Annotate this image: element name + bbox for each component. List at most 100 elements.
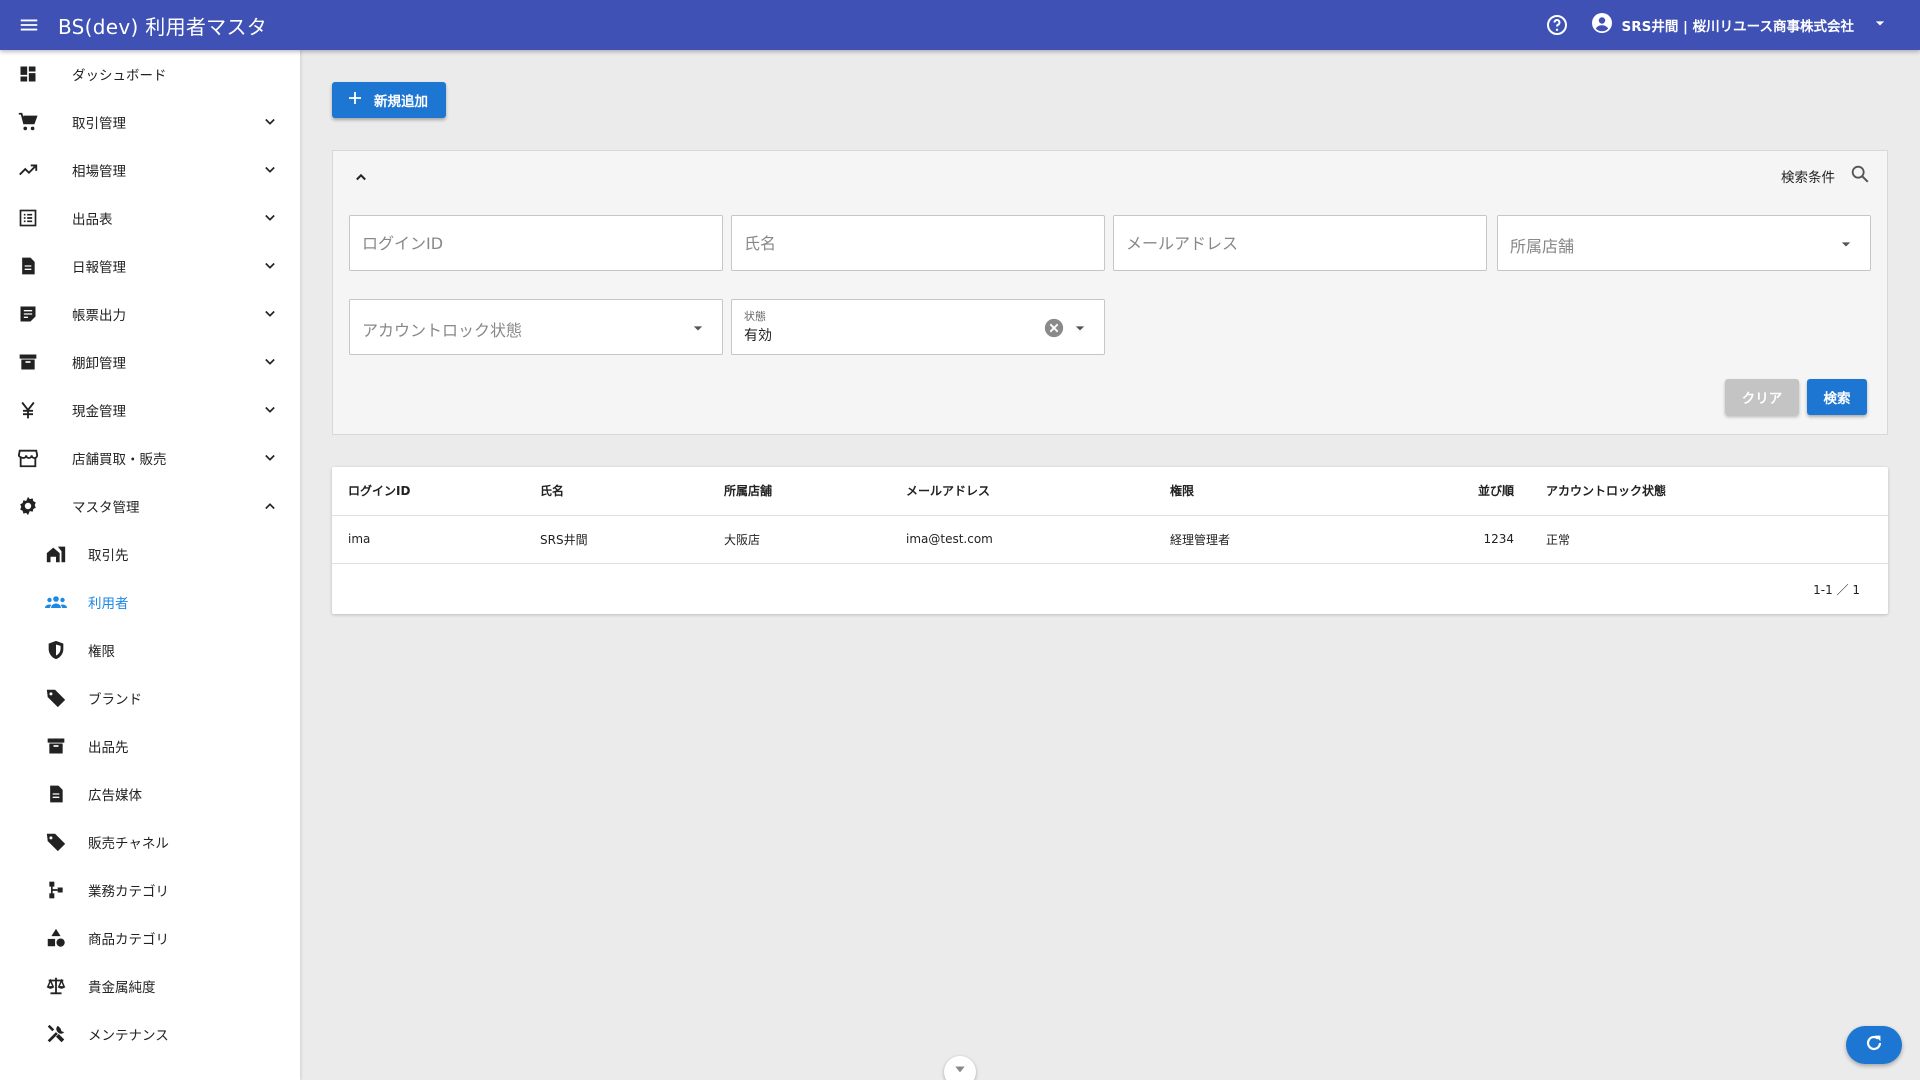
store-icon	[16, 446, 40, 470]
app-title: BS(dev) 利用者マスタ	[58, 14, 268, 39]
search-icon	[1849, 163, 1871, 189]
email-field	[1113, 215, 1487, 271]
add-new-button[interactable]: 新規追加	[332, 82, 446, 118]
status-select[interactable]: 状態 有効	[731, 299, 1105, 355]
column-header-name[interactable]: 氏名	[540, 467, 724, 516]
chevron-down-icon	[258, 446, 282, 470]
sidebar-item-inventory[interactable]: 棚卸管理	[0, 338, 300, 386]
sidebar-item-label: 出品先	[88, 740, 129, 756]
scroll-down-button[interactable]	[944, 1056, 976, 1080]
sidebar-item-label: 権限	[88, 644, 115, 660]
people-icon	[44, 590, 68, 614]
email-input[interactable]	[1114, 216, 1486, 270]
store-select[interactable]: 所属店舗	[1497, 215, 1871, 271]
sidebar-item-label: 店舗買取・販売	[72, 452, 167, 468]
login-id-input[interactable]	[350, 216, 722, 270]
sidebar-item-listing[interactable]: 出品表	[0, 194, 300, 242]
client-icon	[44, 542, 68, 566]
cell-name: SRS井間	[540, 515, 724, 564]
clear-button[interactable]: クリア	[1725, 379, 1799, 415]
sidebar-item-label: 現金管理	[72, 404, 126, 420]
sidebar-item-label: 出品表	[72, 212, 113, 228]
sidebar-item-users[interactable]: 利用者	[0, 578, 300, 626]
sidebar-item-product-categories[interactable]: 商品カテゴリ	[0, 914, 300, 962]
dashboard-icon	[16, 62, 40, 86]
cell-sort-order: 1234	[1470, 515, 1514, 564]
account-lock-select[interactable]: アカウントロック状態	[349, 299, 723, 355]
chevron-down-icon	[258, 302, 282, 326]
sidebar-item-business-categories[interactable]: 業務カテゴリ	[0, 866, 300, 914]
chevron-up-icon[interactable]	[349, 165, 373, 189]
column-header-login-id[interactable]: ログインID	[332, 467, 540, 516]
sidebar-item-market[interactable]: 相場管理	[0, 146, 300, 194]
sidebar-item-label: メンテナンス	[88, 1028, 169, 1044]
refresh-button[interactable]	[1846, 1026, 1902, 1064]
sidebar-item-store[interactable]: 店舗買取・販売	[0, 434, 300, 482]
sidebar-item-forms-output[interactable]: 帳票出力	[0, 290, 300, 338]
trending-up-icon	[16, 158, 40, 182]
arrow-drop-down-icon[interactable]	[1068, 316, 1092, 340]
cart-icon	[16, 110, 40, 134]
scale-icon	[44, 974, 68, 998]
column-header-account-lock[interactable]: アカウントロック状態	[1514, 467, 1888, 516]
sidebar-item-sales-channels[interactable]: 販売チャネル	[0, 818, 300, 866]
sidebar-item-brands[interactable]: ブランド	[0, 674, 300, 722]
column-header-permission[interactable]: 権限	[1170, 467, 1470, 516]
login-id-field	[349, 215, 723, 271]
menu-icon[interactable]	[0, 0, 58, 50]
column-header-email[interactable]: メールアドレス	[906, 467, 1170, 516]
sidebar-item-label: 帳票出力	[72, 308, 126, 324]
chevron-down-icon	[258, 110, 282, 134]
sidebar-item-label: ダッシュボード	[72, 68, 167, 84]
sidebar-item-cash[interactable]: 現金管理	[0, 386, 300, 434]
sidebar-item-label: 利用者	[88, 596, 129, 612]
yen-icon	[16, 398, 40, 422]
sidebar-item-label: 棚卸管理	[72, 356, 126, 372]
sidebar-item-label: 商品カテゴリ	[88, 932, 169, 948]
sidebar-item-label: マスタ管理	[72, 500, 140, 516]
arrow-drop-down-icon[interactable]	[686, 316, 710, 340]
sidebar-item-label: 広告媒体	[88, 788, 142, 804]
search-button[interactable]: 検索	[1807, 379, 1867, 415]
users-table: ログインID 氏名 所属店舗 メールアドレス 権限 並び順 アカウントロック状態…	[332, 467, 1888, 614]
plus-icon	[346, 89, 364, 111]
name-field	[731, 215, 1105, 271]
cell-email: ima@test.com	[906, 515, 1170, 564]
account-lock-placeholder: アカウントロック状態	[362, 321, 523, 340]
main-content: 新規追加 検索条件 所属店舗 アカウントロック状態 状態 有効	[332, 50, 1888, 1080]
clear-circle-icon[interactable]	[1042, 316, 1066, 340]
help-icon[interactable]	[1532, 0, 1582, 50]
sidebar-item-precious-metal-purity[interactable]: 貴金属純度	[0, 962, 300, 1010]
sidebar-item-master[interactable]: マスタ管理	[0, 482, 300, 530]
archive-icon	[44, 734, 68, 758]
status-label: 状態	[744, 310, 766, 323]
refresh-icon	[1863, 1032, 1885, 1058]
user-menu[interactable]: SRS井間 | 桜川リユース商事株式会社	[1582, 11, 1891, 39]
sidebar-item-permissions[interactable]: 権限	[0, 626, 300, 674]
search-conditions-label: 検索条件	[1781, 170, 1835, 186]
column-header-store[interactable]: 所属店舗	[724, 467, 906, 516]
sidebar-item-dashboard[interactable]: ダッシュボード	[0, 50, 300, 98]
sidebar-item-daily-report[interactable]: 日報管理	[0, 242, 300, 290]
shield-icon	[44, 638, 68, 662]
sidebar-item-listing-destinations[interactable]: 出品先	[0, 722, 300, 770]
sidebar: ダッシュボード 取引管理 相場管理 出品表 日報管理 帳票出力 棚卸管理 現金管…	[0, 50, 300, 1080]
chevron-down-icon	[258, 350, 282, 374]
table-row[interactable]: ima SRS井間 大阪店 ima@test.com 経理管理者 1234 正常	[332, 515, 1888, 564]
sidebar-item-label: 日報管理	[72, 260, 126, 276]
sidebar-item-ad-media[interactable]: 広告媒体	[0, 770, 300, 818]
sidebar-item-clients[interactable]: 取引先	[0, 530, 300, 578]
chevron-down-icon	[953, 1062, 967, 1080]
note-icon	[16, 302, 40, 326]
sidebar-item-maintenance[interactable]: メンテナンス	[0, 1010, 300, 1058]
name-input[interactable]	[732, 216, 1104, 270]
cell-store: 大阪店	[724, 515, 906, 564]
column-header-sort-order[interactable]: 並び順	[1470, 467, 1514, 516]
cell-account-lock: 正常	[1514, 515, 1888, 564]
chevron-down-icon	[258, 158, 282, 182]
search-conditions-toggle[interactable]: 検索条件	[1781, 163, 1871, 189]
sidebar-item-transactions[interactable]: 取引管理	[0, 98, 300, 146]
arrow-drop-down-icon[interactable]	[1834, 232, 1858, 256]
tree-icon	[44, 878, 68, 902]
add-new-label: 新規追加	[374, 94, 428, 110]
